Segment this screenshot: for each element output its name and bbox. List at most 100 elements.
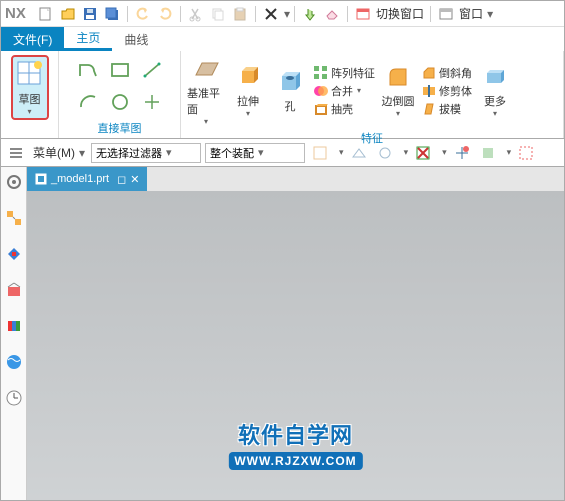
menu-icon[interactable] xyxy=(7,144,25,162)
draft-icon xyxy=(421,101,437,117)
document-name: _model1.prt xyxy=(51,173,109,185)
more-button[interactable]: 更多 ▾ xyxy=(476,63,514,118)
delete-x-icon[interactable] xyxy=(262,5,280,23)
edge-blend-icon xyxy=(384,63,412,91)
point-icon[interactable] xyxy=(138,88,166,116)
hole-icon xyxy=(276,68,304,96)
sketch-label: 草图 xyxy=(19,91,41,107)
trim-body-button[interactable]: 修剪体 xyxy=(421,83,472,99)
nav-settings-icon[interactable] xyxy=(5,173,23,191)
nav-constraint-icon[interactable] xyxy=(5,245,23,263)
save-icon[interactable] xyxy=(81,5,99,23)
nav-history-icon[interactable] xyxy=(5,389,23,407)
window-menu-label[interactable]: 窗口 xyxy=(459,5,493,22)
profile-icon[interactable] xyxy=(74,56,102,84)
unite-icon xyxy=(313,83,329,99)
watermark-title: 软件自学网 xyxy=(228,418,362,450)
sel-icon-6[interactable] xyxy=(479,144,497,162)
unite-button[interactable]: 合并▾ xyxy=(313,83,375,99)
save-all-icon[interactable] xyxy=(103,5,121,23)
extrude-button[interactable]: 拉伸 ▾ xyxy=(229,63,267,118)
hole-button[interactable]: 孔 xyxy=(271,68,309,114)
selection-filter-dropdown[interactable]: 无选择过滤器 xyxy=(91,143,201,163)
arc-icon[interactable] xyxy=(74,88,102,116)
rectangle-icon[interactable] xyxy=(106,56,134,84)
assembly-scope-dropdown[interactable]: 整个装配 xyxy=(205,143,305,163)
divider xyxy=(180,6,181,22)
tab-close-icon[interactable]: ✕ xyxy=(130,173,139,186)
draft-button[interactable]: 拔模 xyxy=(421,101,472,117)
ribbon-group-features: 基准平面 ▾ 拉伸 ▾ 孔 阵列特征 合并▾ 抽壳 边倒圆 ▾ xyxy=(181,51,564,138)
shell-button[interactable]: 抽壳 xyxy=(313,101,375,117)
selection-bar: 菜单(M) 无选择过滤器 整个装配 xyxy=(1,139,564,167)
sel-icon-2[interactable] xyxy=(350,144,368,162)
datum-plane-button[interactable]: 基准平面 ▾ xyxy=(187,55,225,126)
sketch-shape-grid xyxy=(74,56,166,116)
menu-file[interactable]: 文件(F) xyxy=(1,27,64,51)
app-logo: NX xyxy=(5,5,29,22)
extrude-icon xyxy=(234,63,262,91)
window-icon[interactable] xyxy=(437,5,455,23)
undo-icon[interactable] xyxy=(134,5,152,23)
sel-icon-3-dd[interactable] xyxy=(400,147,409,158)
switch-window-icon[interactable] xyxy=(354,5,372,23)
pattern-unite-shell-col: 阵列特征 合并▾ 抽壳 xyxy=(313,65,375,117)
menu-curve[interactable]: 曲线 xyxy=(112,27,160,51)
delete-dropdown[interactable] xyxy=(280,7,290,21)
work-area: _model1.prt ◻ ✕ 软件自学网 WWW.RJZXW.COM xyxy=(1,167,564,500)
pattern-feature-button[interactable]: 阵列特征 xyxy=(313,65,375,81)
sel-icon-1[interactable] xyxy=(311,144,329,162)
navigator-bar xyxy=(1,167,27,500)
divider xyxy=(430,6,431,22)
ribbon-group-sketch: 草图 ▾ x xyxy=(1,51,59,138)
edge-blend-button[interactable]: 边倒圆 ▾ xyxy=(379,63,417,118)
edge-blend-label: 边倒圆 xyxy=(382,93,415,109)
switch-window-label[interactable]: 切换窗口 xyxy=(376,5,424,22)
sel-icon-3[interactable] xyxy=(376,144,394,162)
ribbon: 草图 ▾ x 直接草图 基准平面 ▾ xyxy=(1,51,564,139)
chamfer-button[interactable]: 倒斜角 xyxy=(421,65,472,81)
divider xyxy=(255,6,256,22)
open-file-icon[interactable] xyxy=(59,5,77,23)
more-label: 更多 xyxy=(484,93,506,109)
new-file-icon[interactable] xyxy=(37,5,55,23)
watermark-url: WWW.RJZXW.COM xyxy=(228,452,362,470)
sel-icon-5[interactable] xyxy=(453,144,471,162)
more-icon xyxy=(481,63,509,91)
nav-internet-icon[interactable] xyxy=(5,353,23,371)
hole-label: 孔 xyxy=(285,98,296,114)
graphics-canvas[interactable]: 软件自学网 WWW.RJZXW.COM xyxy=(27,191,564,500)
sel-icon-1-dd[interactable] xyxy=(335,147,344,158)
sel-icon-7[interactable] xyxy=(517,144,535,162)
circle-icon[interactable] xyxy=(106,88,134,116)
document-tab-active[interactable]: _model1.prt ◻ ✕ xyxy=(27,167,147,191)
sketch-button[interactable]: 草图 ▾ xyxy=(11,55,49,120)
datum-plane-label: 基准平面 xyxy=(187,85,225,117)
redo-icon[interactable] xyxy=(156,5,174,23)
paste-icon[interactable] xyxy=(231,5,249,23)
watermark: 软件自学网 WWW.RJZXW.COM xyxy=(228,418,362,470)
extrude-label: 拉伸 xyxy=(237,93,259,109)
chamfer-icon xyxy=(421,65,437,81)
sel-icon-6-dd[interactable] xyxy=(503,147,512,158)
copy-icon[interactable] xyxy=(209,5,227,23)
datum-plane-icon xyxy=(192,55,220,83)
touch-icon[interactable] xyxy=(301,5,319,23)
view-area: _model1.prt ◻ ✕ 软件自学网 WWW.RJZXW.COM xyxy=(27,167,564,500)
group-label-direct-sketch: 直接草图 xyxy=(59,120,180,138)
trim-icon xyxy=(421,83,437,99)
sel-icon-4[interactable] xyxy=(414,144,432,162)
cut-icon[interactable] xyxy=(187,5,205,23)
ribbon-group-direct-sketch: 直接草图 xyxy=(59,51,181,138)
nav-reuse-icon[interactable] xyxy=(5,317,23,335)
menu-home[interactable]: 主页 xyxy=(64,27,112,51)
nav-assembly-icon[interactable] xyxy=(5,209,23,227)
line-icon[interactable] xyxy=(138,56,166,84)
tab-pin-icon[interactable]: ◻ xyxy=(117,173,126,186)
nav-part-icon[interactable] xyxy=(5,281,23,299)
eraser-icon[interactable] xyxy=(323,5,341,23)
chamfer-trim-draft-col: 倒斜角 修剪体 拔模 xyxy=(421,65,472,117)
sel-icon-4-dd[interactable] xyxy=(438,147,447,158)
menu-button[interactable]: 菜单(M) xyxy=(33,144,85,161)
divider xyxy=(347,6,348,22)
